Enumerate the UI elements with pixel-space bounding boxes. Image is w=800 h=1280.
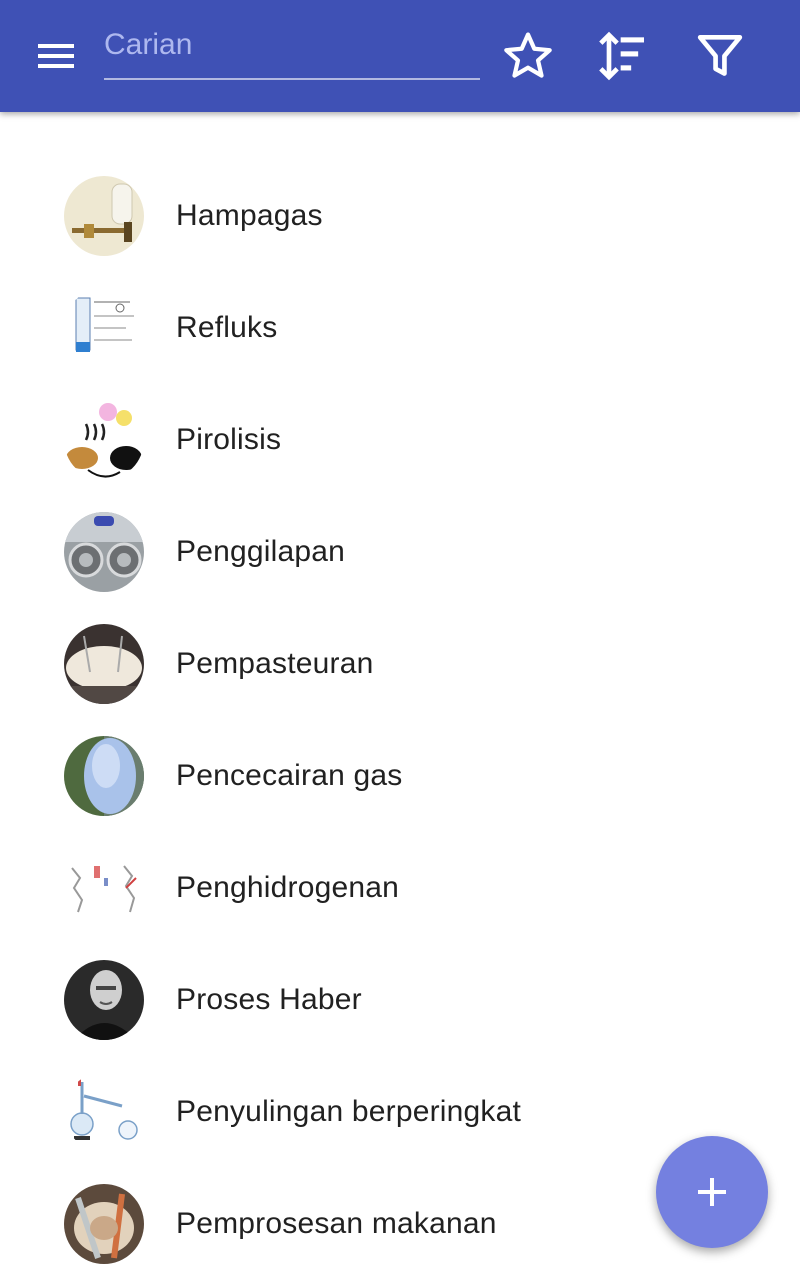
filter-button[interactable]: [692, 28, 748, 84]
item-label: Penghidrogenan: [176, 871, 399, 904]
polishing-photo-thumbnail: [64, 512, 144, 592]
item-label: Pempasteuran: [176, 647, 374, 680]
sort-button[interactable]: [595, 28, 651, 84]
plus-icon: [698, 1178, 726, 1206]
list-item[interactable]: Hampagas: [0, 160, 800, 272]
star-outline-icon: [504, 32, 552, 78]
topic-list: Hampagas Refluks Pirolisis Penggilapan P…: [0, 160, 800, 1280]
item-label: Refluks: [176, 311, 278, 344]
list-item[interactable]: Penggilapan: [0, 496, 800, 608]
item-label: Penggilapan: [176, 535, 346, 568]
gas-liquefaction-photo-thumbnail: [64, 736, 144, 816]
hamburger-menu-icon: [38, 44, 74, 68]
menu-button[interactable]: [22, 30, 90, 82]
vacuum-pump-thumbnail: [64, 176, 144, 256]
add-button[interactable]: [656, 1136, 768, 1248]
pasteurization-photo-thumbnail: [64, 624, 144, 704]
filter-icon: [697, 35, 743, 76]
item-label: Hampagas: [176, 199, 323, 232]
list-item[interactable]: Pirolisis: [0, 384, 800, 496]
hydrogenation-diagram-thumbnail: [64, 848, 144, 928]
app-bar: [0, 0, 800, 112]
list-item[interactable]: Pencecairan gas: [0, 720, 800, 832]
item-label: Penyulingan berperingkat: [176, 1095, 522, 1128]
food-processing-photo-thumbnail: [64, 1184, 144, 1264]
list-item[interactable]: Proses Haber: [0, 944, 800, 1056]
haber-portrait-thumbnail: [64, 960, 144, 1040]
pyrolysis-diagram-thumbnail: [64, 400, 144, 480]
item-label: Pirolisis: [176, 423, 282, 456]
sort-icon: [599, 31, 644, 81]
list-item[interactable]: Penghidrogenan: [0, 832, 800, 944]
fractional-distillation-thumbnail: [64, 1072, 144, 1152]
item-label: Proses Haber: [176, 983, 362, 1016]
favorites-button[interactable]: [500, 28, 556, 84]
list-item[interactable]: Pempasteuran: [0, 608, 800, 720]
item-label: Pencecairan gas: [176, 759, 403, 792]
search-field: [104, 22, 480, 82]
list-item[interactable]: Refluks: [0, 272, 800, 384]
search-input[interactable]: [104, 22, 480, 80]
reflux-diagram-thumbnail: [64, 288, 144, 368]
item-label: Pemprosesan makanan: [176, 1207, 497, 1240]
